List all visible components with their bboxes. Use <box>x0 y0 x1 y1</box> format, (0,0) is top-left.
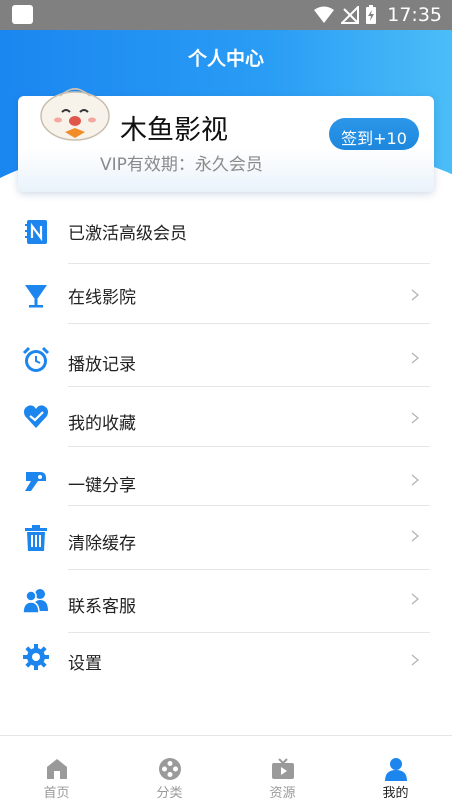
menu-item-label: 我的收藏 <box>68 414 136 434</box>
tab-label: 资源 <box>269 786 296 801</box>
battery-charging-icon <box>366 5 377 24</box>
tab-mine[interactable]: 我的 <box>339 736 452 805</box>
signin-button[interactable]: 签到+10 <box>329 118 419 150</box>
vip-status: VIP有效期：永久会员 <box>100 155 263 175</box>
chevron-right-icon <box>411 593 420 605</box>
status-time: 17:35 <box>387 4 442 26</box>
no-signal-icon <box>341 6 360 24</box>
chevron-right-icon <box>411 530 420 542</box>
home-icon <box>47 759 67 779</box>
status-bar: 17:35 <box>0 0 452 30</box>
menu-item-settings[interactable]: 设置 <box>0 633 452 693</box>
menu-item-label: 在线影院 <box>68 288 136 308</box>
menu-item-label: 播放记录 <box>68 355 136 375</box>
chevron-right-icon <box>411 412 420 424</box>
status-icons: 17:35 <box>313 3 442 27</box>
menu-item-vip[interactable]: 已激活高级会员 <box>0 200 452 264</box>
menu-item-label: 设置 <box>68 654 102 674</box>
menu-item-clear-cache[interactable]: 清除缓存 <box>0 506 452 570</box>
chevron-right-icon <box>411 352 420 364</box>
menu-item-label: 联系客服 <box>68 597 136 617</box>
category-icon <box>159 758 181 780</box>
tab-home[interactable]: 首页 <box>0 736 113 805</box>
menu-item-label: 一键分享 <box>68 476 136 496</box>
avatar[interactable] <box>38 82 112 142</box>
menu-item-support[interactable]: 联系客服 <box>0 570 452 633</box>
heart-icon <box>24 405 48 428</box>
menu-item-label: 清除缓存 <box>68 534 136 554</box>
page-title: 个人中心 <box>187 48 264 70</box>
tab-label: 分类 <box>156 786 183 801</box>
wifi-icon <box>314 6 335 23</box>
menu-item-favorites[interactable]: 我的收藏 <box>0 387 452 447</box>
cinema-cup-icon <box>25 285 47 308</box>
tab-label: 我的 <box>382 786 409 801</box>
chevron-right-icon <box>411 654 420 666</box>
alarm-clock-icon <box>22 346 50 372</box>
bottom-nav: 首页 分类 资源 我的 <box>0 735 452 805</box>
trash-icon <box>25 525 47 551</box>
gear-icon <box>23 644 49 670</box>
menu-item-cinema[interactable]: 在线影院 <box>0 264 452 324</box>
contacts-icon <box>22 589 48 614</box>
menu-item-history[interactable]: 播放记录 <box>0 324 452 387</box>
tab-category[interactable]: 分类 <box>113 736 226 805</box>
chevron-right-icon <box>411 474 420 486</box>
menu-item-share[interactable]: 一键分享 <box>0 447 452 507</box>
tab-label: 首页 <box>43 786 70 801</box>
menu-item-label: 已激活高级会员 <box>68 224 187 244</box>
profile-card: 木鱼影视 VIP有效期：永久会员 签到+10 <box>18 87 434 192</box>
share-icon <box>25 472 46 491</box>
tab-resources[interactable]: 资源 <box>226 736 339 805</box>
profile-name: 木鱼影视 <box>120 115 228 146</box>
tv-icon <box>272 758 294 779</box>
notification-icon <box>12 5 33 24</box>
vip-notebook-icon <box>25 220 47 244</box>
chevron-right-icon <box>411 289 420 301</box>
user-icon <box>385 758 407 781</box>
